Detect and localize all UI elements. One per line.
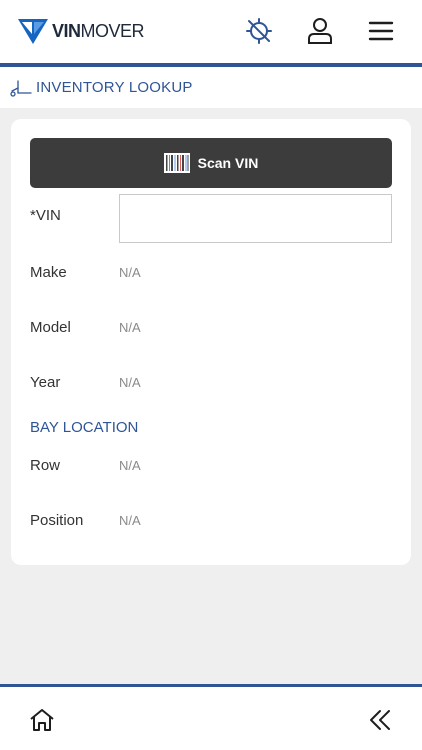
make-label: Make (30, 264, 67, 281)
year-row: Year N/A (30, 374, 141, 391)
lookup-card: Scan VIN *VIN Make N/A Model N/A Year N/… (11, 119, 411, 565)
logo-mark-icon (18, 19, 48, 44)
year-value: N/A (119, 375, 141, 390)
page-title: INVENTORY LOOKUP (36, 79, 193, 96)
app-logo[interactable]: VINMOVER (18, 16, 145, 46)
scan-vin-button[interactable]: Scan VIN (30, 138, 392, 188)
make-row: Make N/A (30, 264, 141, 281)
model-value: N/A (119, 320, 141, 335)
position-row: Position N/A (30, 512, 141, 529)
barcode-icon (163, 153, 190, 173)
forklift-icon (10, 79, 32, 97)
vin-row: *VIN (30, 207, 119, 224)
row-value: N/A (119, 458, 141, 473)
make-value: N/A (119, 265, 141, 280)
vin-input[interactable] (119, 194, 392, 243)
double-chevron-left-icon[interactable] (365, 705, 395, 735)
app-footer (0, 687, 422, 750)
menu-icon[interactable] (366, 16, 396, 46)
bay-location-heading: BAY LOCATION (30, 419, 139, 436)
app-header: VINMOVER (0, 0, 422, 63)
model-row: Model N/A (30, 319, 141, 336)
user-icon[interactable] (305, 16, 335, 46)
position-value: N/A (119, 513, 141, 528)
row-label: Row (30, 457, 61, 474)
gps-off-icon[interactable] (244, 16, 274, 46)
row-row: Row N/A (30, 457, 141, 474)
position-label: Position (30, 512, 84, 529)
home-icon[interactable] (27, 705, 57, 735)
year-label: Year (30, 374, 61, 391)
vin-label: *VIN (30, 207, 61, 224)
logo-text: VINMOVER (52, 20, 145, 41)
scan-vin-label: Scan VIN (197, 155, 259, 171)
section-header: INVENTORY LOOKUP (0, 67, 422, 108)
model-label: Model (30, 319, 71, 336)
